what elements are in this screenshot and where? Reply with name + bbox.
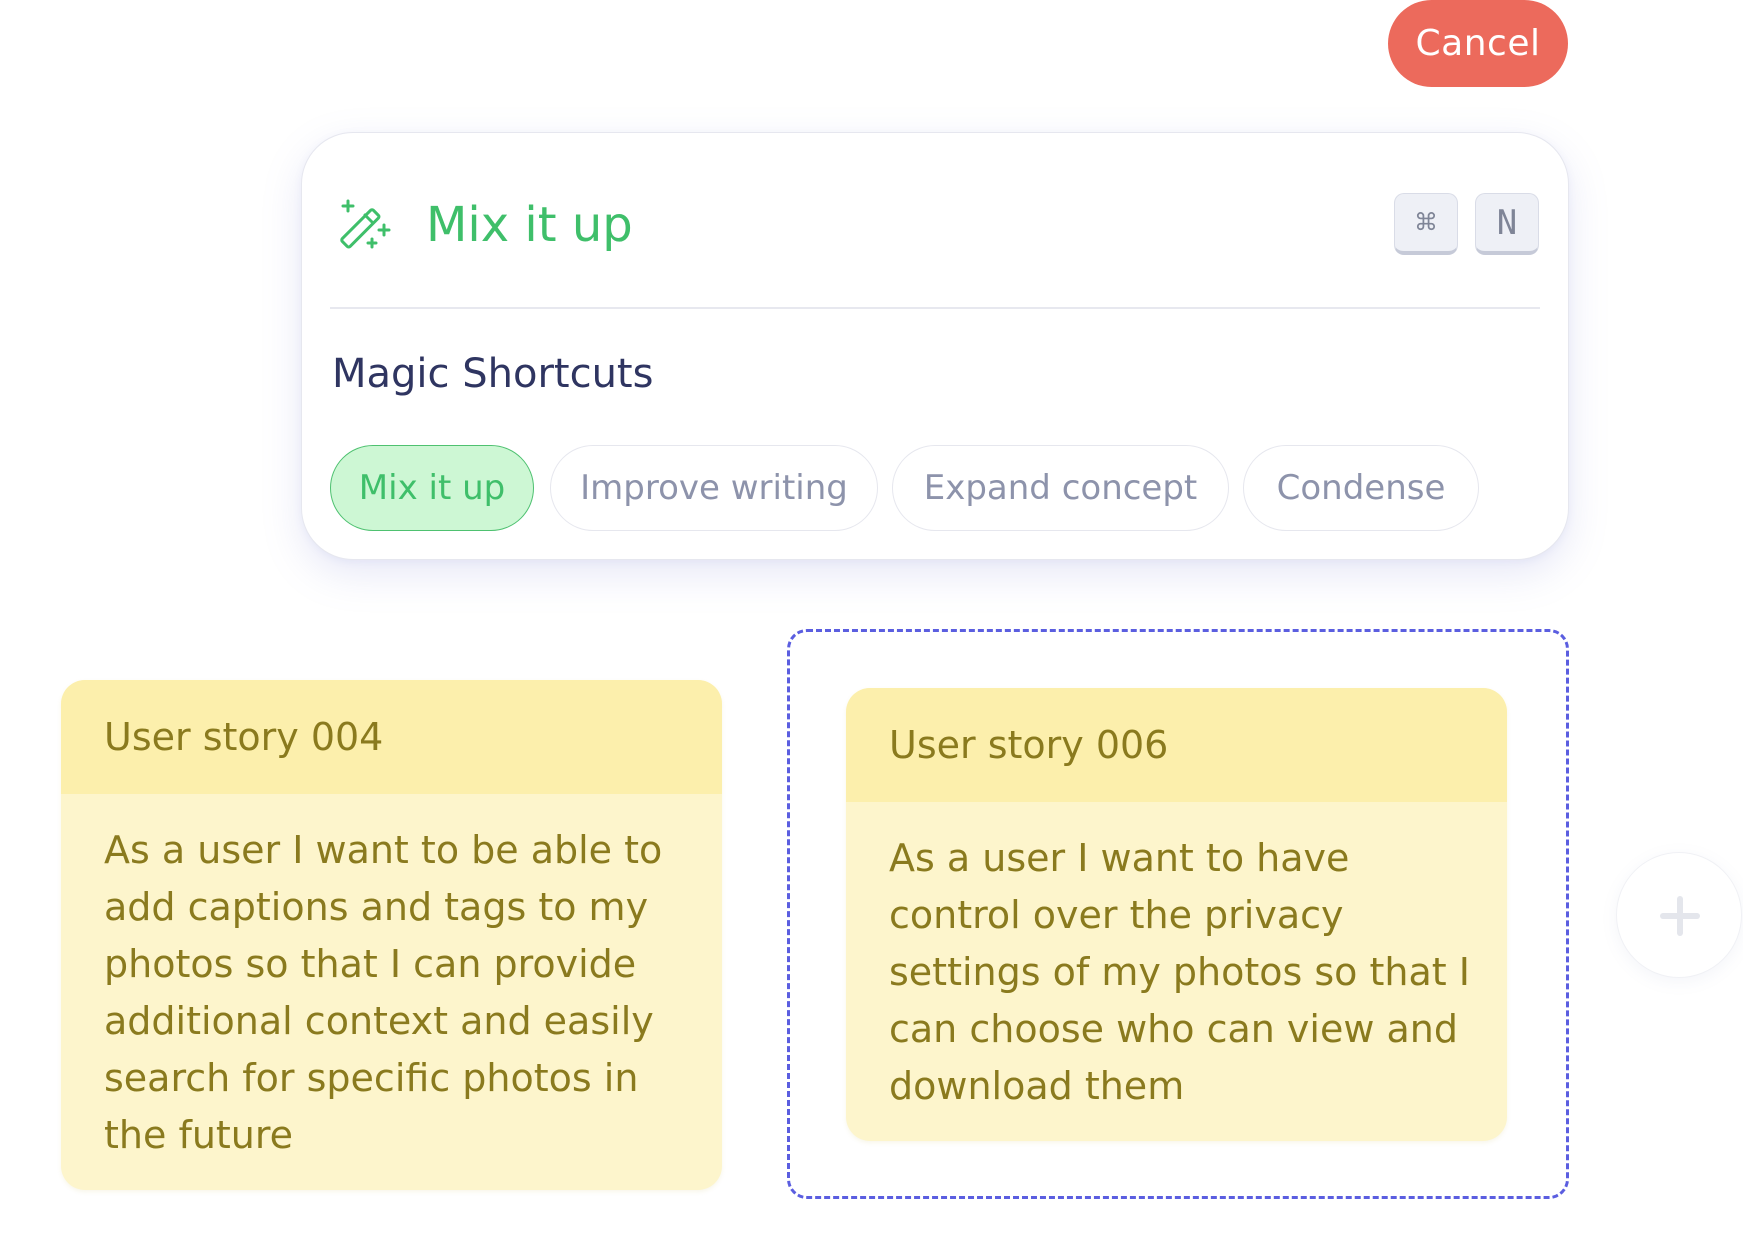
magic-wand-icon bbox=[340, 199, 391, 249]
shortcut-chip-condense[interactable]: Condense bbox=[1243, 445, 1479, 531]
magic-shortcuts-title: Magic Shortcuts bbox=[332, 351, 654, 397]
sticky-note-body: As a user I want to be able to add capti… bbox=[104, 828, 663, 1157]
magic-panel-header: Mix it up ⌘ N bbox=[330, 181, 1540, 301]
shortcut-chip-mix-it-up[interactable]: Mix it up bbox=[330, 445, 534, 531]
sticky-note[interactable]: User story 004 As a user I want to be ab… bbox=[61, 680, 722, 1190]
cancel-button[interactable]: Cancel bbox=[1388, 0, 1568, 87]
plus-icon bbox=[1660, 896, 1700, 936]
shortcut-chip-expand-concept[interactable]: Expand concept bbox=[892, 445, 1229, 531]
sticky-note-title: User story 006 bbox=[846, 688, 1507, 802]
command-key: ⌘ bbox=[1394, 193, 1458, 255]
shortcut-chip-improve-writing[interactable]: Improve writing bbox=[550, 445, 878, 531]
sticky-note-body: As a user I want to have control over th… bbox=[889, 836, 1470, 1108]
magic-panel: Mix it up ⌘ N Magic Shortcuts Mix it up … bbox=[301, 132, 1569, 560]
sticky-note-selected[interactable]: User story 006 As a user I want to have … bbox=[846, 688, 1507, 1141]
canvas: Cancel Mix it up ⌘ N Magic Shortcuts Mix… bbox=[0, 0, 1743, 1251]
divider bbox=[330, 307, 1540, 309]
n-key: N bbox=[1475, 193, 1539, 255]
add-note-button[interactable] bbox=[1616, 852, 1742, 978]
sticky-note-title: User story 004 bbox=[61, 680, 722, 794]
magic-panel-title: Mix it up bbox=[426, 197, 633, 253]
